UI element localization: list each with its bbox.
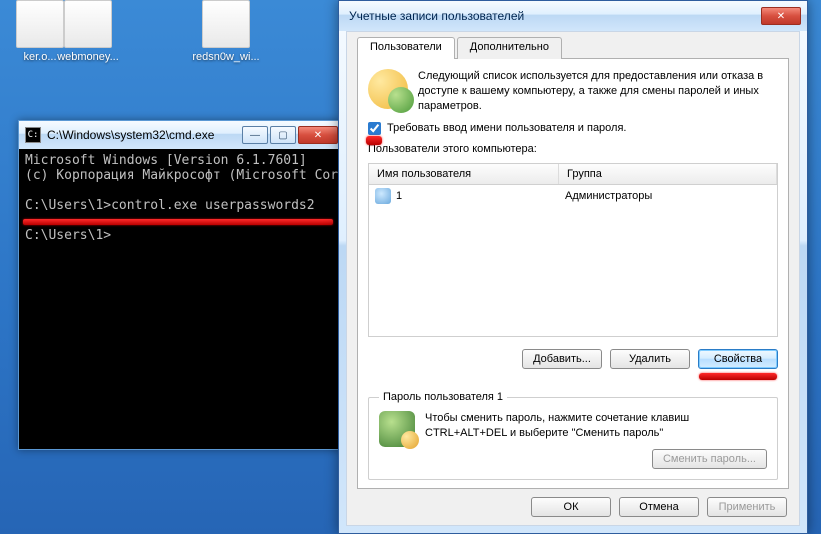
add-button[interactable]: Добавить... [522, 349, 602, 369]
icon-label: redsn0w_wi... [186, 51, 266, 64]
file-icon [202, 0, 250, 48]
tab-panel-users: Следующий список используется для предос… [357, 58, 789, 489]
key-icon [379, 411, 415, 447]
cmd-line: Microsoft Windows [Version 6.1.7601] [25, 153, 307, 168]
cmd-line: (c) Корпорация Майкрософт (Microsoft Cor… [25, 168, 342, 183]
properties-button-label: Свойства [714, 353, 762, 365]
require-login-checkbox[interactable] [368, 122, 381, 135]
file-icon [64, 0, 112, 48]
password-text: Чтобы сменить пароль, нажмите сочетание … [425, 411, 767, 441]
cmd-line: C:\Users\1> [25, 228, 111, 243]
password-group: Пароль пользователя 1 Чтобы сменить паро… [368, 391, 778, 480]
user-group: Администраторы [565, 190, 771, 202]
cmd-window: C: C:\Windows\system32\cmd.exe — ▢ ✕ Mic… [18, 120, 343, 450]
minimize-button[interactable]: — [242, 126, 268, 144]
dialog-client: Пользователи Дополнительно Следующий спи… [346, 31, 800, 526]
cmd-title: C:\Windows\system32\cmd.exe [47, 128, 234, 142]
annotation-highlight [23, 219, 333, 225]
annotation-highlight [699, 373, 777, 380]
user-list[interactable]: Имя пользователя Группа 1 Администраторы [368, 163, 778, 338]
user-name: 1 [396, 190, 402, 202]
desktop-icon[interactable]: redsn0w_wi... [186, 0, 266, 64]
password-legend: Пароль пользователя 1 [379, 391, 507, 403]
list-label: Пользователи этого компьютера: [368, 143, 778, 155]
dialog-footer: ОК Отмена Применить [357, 489, 789, 517]
checkbox-label: Требовать ввод имени пользователя и паро… [387, 122, 626, 134]
user-accounts-dialog: Учетные записи пользователей ✕ Пользоват… [338, 0, 808, 534]
dialog-title: Учетные записи пользователей [349, 9, 759, 23]
column-user[interactable]: Имя пользователя [369, 164, 559, 184]
dialog-titlebar[interactable]: Учетные записи пользователей ✕ [339, 1, 807, 31]
column-group[interactable]: Группа [559, 164, 777, 184]
list-header: Имя пользователя Группа [369, 164, 777, 185]
cmd-titlebar[interactable]: C: C:\Windows\system32\cmd.exe — ▢ ✕ [19, 121, 342, 149]
intro-text: Следующий список используется для предос… [418, 69, 778, 114]
tab-users[interactable]: Пользователи [357, 37, 455, 59]
change-password-button: Сменить пароль... [652, 449, 767, 469]
cmd-icon: C: [25, 127, 41, 143]
cmd-line: C:\Users\1>control.exe userpasswords2 [25, 198, 315, 213]
tab-advanced[interactable]: Дополнительно [457, 37, 562, 59]
list-buttons: Добавить... Удалить Свойства [368, 349, 778, 369]
cancel-button[interactable]: Отмена [619, 497, 699, 517]
apply-button: Применить [707, 497, 787, 517]
require-login-checkbox-row[interactable]: Требовать ввод имени пользователя и паро… [368, 122, 778, 135]
list-item[interactable]: 1 Администраторы [369, 185, 777, 207]
maximize-button[interactable]: ▢ [270, 126, 296, 144]
icon-label: webmoney... [48, 51, 128, 64]
remove-button[interactable]: Удалить [610, 349, 690, 369]
intro-row: Следующий список используется для предос… [368, 69, 778, 114]
tabstrip: Пользователи Дополнительно [357, 37, 789, 59]
annotation-highlight [366, 136, 382, 145]
close-button[interactable]: ✕ [761, 7, 801, 25]
ok-button[interactable]: ОК [531, 497, 611, 517]
users-icon [368, 69, 408, 109]
cmd-output[interactable]: Microsoft Windows [Version 6.1.7601] (c)… [19, 149, 342, 449]
close-button[interactable]: ✕ [298, 126, 338, 144]
properties-button[interactable]: Свойства [698, 349, 778, 369]
person-icon [375, 188, 391, 204]
desktop-icon[interactable]: webmoney... [48, 0, 128, 64]
